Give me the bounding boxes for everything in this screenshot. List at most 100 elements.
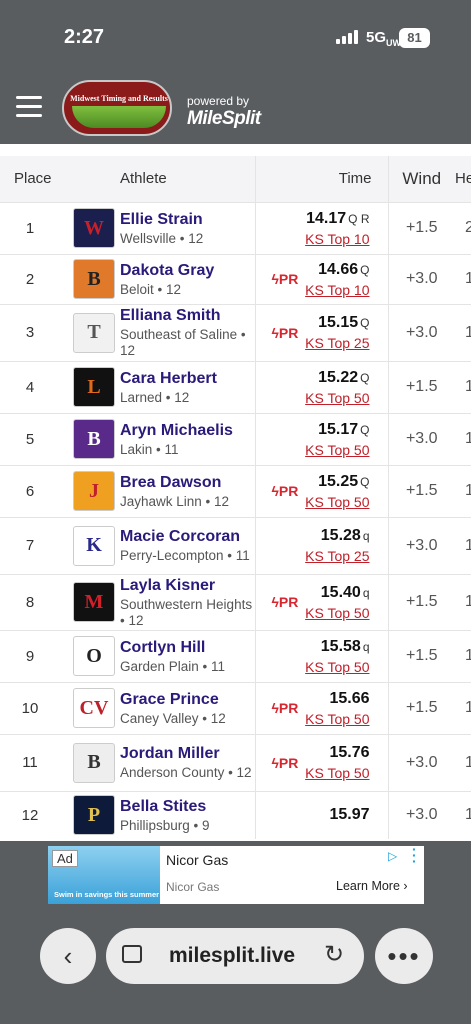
table-row[interactable]: 9 O Cortlyn Hill Garden Plain • 11 15.58… bbox=[0, 629, 471, 682]
athlete-name-link[interactable]: Dakota Gray bbox=[120, 261, 255, 280]
ranking-link[interactable]: KS Top 10 bbox=[256, 231, 369, 247]
heat-cell: 1 bbox=[455, 253, 471, 304]
ranking-link[interactable]: KS Top 50 bbox=[256, 442, 369, 458]
heat-value: 1 bbox=[465, 699, 471, 716]
athlete-name-link[interactable]: Cara Herbert bbox=[120, 369, 255, 388]
athlete-school: Beloit • 12 bbox=[120, 281, 182, 297]
wind-value: +3.0 bbox=[405, 536, 438, 554]
team-logo[interactable]: B bbox=[73, 419, 115, 459]
wind-cell: +1.5 bbox=[388, 629, 455, 682]
athlete-cell: Ellie Strain Wellsville • 12 bbox=[120, 201, 255, 254]
table-row[interactable]: 10 CV Grace Prince Caney Valley • 12 ϟPR… bbox=[0, 681, 471, 734]
pr-badge: ϟPR bbox=[271, 594, 299, 610]
wind-value: +3.0 bbox=[405, 806, 438, 824]
col-place[interactable]: Place bbox=[0, 156, 60, 202]
team-logo[interactable]: K bbox=[73, 525, 115, 566]
heat-cell: 1 bbox=[455, 360, 471, 413]
url-text[interactable]: milesplit.live bbox=[169, 944, 295, 968]
page-menu-icon[interactable] bbox=[122, 945, 142, 963]
ad-banner[interactable]: Swim in savings this summer Ad Nicor Gas… bbox=[48, 842, 424, 904]
logo-cell: J bbox=[60, 464, 120, 517]
wind-value: +1.5 bbox=[405, 593, 438, 610]
ad-sponsor: Nicor Gas bbox=[166, 880, 220, 894]
athlete-name-link[interactable]: Elliana Smith bbox=[120, 306, 255, 325]
team-logo[interactable]: B bbox=[73, 259, 115, 299]
ad-menu-icon[interactable]: · · · bbox=[412, 842, 417, 868]
milesplit-logo[interactable]: MileSplit bbox=[187, 108, 261, 130]
ad-learn-more-button[interactable]: Learn More › bbox=[336, 879, 408, 893]
place-cell: 10 bbox=[0, 681, 60, 734]
midwest-timing-logo[interactable]: Midwest Timing and Results Reliable, Acc… bbox=[62, 80, 172, 136]
reload-icon[interactable]: ↻ bbox=[324, 940, 344, 969]
wind-value: +3.0 bbox=[405, 430, 438, 447]
col-heat[interactable]: He bbox=[455, 156, 471, 202]
logo-cell: CV bbox=[60, 681, 120, 734]
heat-cell: 1 bbox=[455, 516, 471, 574]
time-value: 15.40 bbox=[320, 583, 361, 601]
athlete-name-link[interactable]: Bella Stites bbox=[120, 797, 255, 816]
athlete-cell: Jordan Miller Anderson County • 12 bbox=[120, 733, 255, 791]
table-row[interactable]: 6 J Brea Dawson Jayhawk Linn • 12 ϟPR 15… bbox=[0, 464, 471, 517]
ranking-link[interactable]: KS Top 25 bbox=[256, 548, 369, 564]
team-logo[interactable]: O bbox=[73, 636, 115, 676]
qualifier-mark: Q bbox=[360, 262, 370, 277]
battery-icon: 81 bbox=[399, 28, 430, 48]
athlete-school: Anderson County • 12 bbox=[120, 765, 252, 780]
table-row[interactable]: 4 L Cara Herbert Larned • 12 15.22 Q KS T… bbox=[0, 360, 471, 413]
qualifier-mark: q bbox=[362, 585, 370, 600]
athlete-name-link[interactable]: Layla Kisner bbox=[120, 576, 255, 595]
athlete-name-link[interactable]: Ellie Strain bbox=[120, 210, 255, 229]
col-time[interactable]: Time bbox=[254, 156, 389, 202]
athlete-name-link[interactable]: Macie Corcoran bbox=[120, 527, 255, 546]
team-logo[interactable]: CV bbox=[73, 688, 115, 728]
time-cell: ϟPR 14.66 Q KS Top 10 bbox=[254, 253, 389, 304]
athlete-cell: Elliana Smith Southeast of Saline • 12 bbox=[120, 303, 255, 361]
table-row[interactable]: 7 K Macie Corcoran Perry-Lecompton • 11 … bbox=[0, 516, 471, 574]
table-row[interactable]: 5 B Aryn Michaelis Lakin • 11 15.17 Q KS … bbox=[0, 412, 471, 465]
place-cell: 3 bbox=[0, 303, 60, 361]
col-wind[interactable]: Wind bbox=[388, 156, 455, 202]
athlete-name-link[interactable]: Grace Prince bbox=[120, 690, 255, 709]
table-row[interactable]: 1 W Ellie Strain Wellsville • 12 14.17 Q … bbox=[0, 201, 471, 254]
time-cell: ϟPR 15.40 q KS Top 50 bbox=[254, 573, 389, 630]
ranking-link[interactable]: KS Top 50 bbox=[256, 659, 369, 675]
ad-title[interactable]: Nicor Gas bbox=[166, 852, 228, 868]
ellipsis-icon: ••• bbox=[387, 940, 421, 971]
team-logo[interactable]: W bbox=[73, 208, 115, 248]
athlete-name-link[interactable]: Aryn Michaelis bbox=[120, 421, 255, 440]
ranking-link[interactable]: KS Top 50 bbox=[256, 390, 369, 406]
table-row[interactable]: 8 M Layla Kisner Southwestern Heights • … bbox=[0, 573, 471, 630]
address-bar[interactable]: milesplit.live ↻ bbox=[106, 928, 364, 984]
athlete-name-link[interactable]: Brea Dawson bbox=[120, 473, 255, 492]
adchoices-icon[interactable]: ▷ bbox=[388, 849, 397, 863]
back-button[interactable]: ‹ bbox=[40, 928, 96, 984]
wind-value: +3.0 bbox=[405, 753, 438, 771]
heat-value: 1 bbox=[465, 806, 471, 824]
table-row[interactable]: 11 B Jordan Miller Anderson County • 12 … bbox=[0, 733, 471, 791]
wind-value: +1.5 bbox=[405, 699, 438, 716]
athlete-school: Southwestern Heights • 12 bbox=[120, 596, 253, 628]
menu-icon[interactable] bbox=[16, 96, 42, 118]
team-logo[interactable]: M bbox=[73, 582, 115, 622]
qualifier-mark: Q bbox=[360, 316, 370, 330]
heat-value: 1 bbox=[465, 753, 471, 771]
more-button[interactable]: ••• bbox=[375, 928, 433, 984]
table-row[interactable]: 12 P Bella Stites Phillipsburg • 9 15.97… bbox=[0, 790, 471, 839]
team-logo[interactable]: L bbox=[73, 367, 115, 407]
athlete-cell: Macie Corcoran Perry-Lecompton • 11 bbox=[120, 516, 255, 574]
powered-by-label: powered by bbox=[187, 94, 250, 108]
athlete-school: Lakin • 11 bbox=[120, 441, 179, 457]
team-logo[interactable]: P bbox=[73, 795, 115, 836]
table-row[interactable]: 2 B Dakota Gray Beloit • 12 ϟPR 14.66 Q K… bbox=[0, 253, 471, 304]
time-value: 14.66 bbox=[318, 260, 359, 278]
team-logo[interactable]: T bbox=[73, 312, 115, 353]
wind-cell: +3.0 bbox=[388, 733, 455, 791]
team-logo[interactable]: B bbox=[73, 742, 115, 783]
athlete-name-link[interactable]: Cortlyn Hill bbox=[120, 638, 255, 657]
time-value: 15.25 bbox=[318, 472, 359, 490]
athlete-name-link[interactable]: Jordan Miller bbox=[120, 744, 255, 763]
team-logo[interactable]: J bbox=[73, 471, 115, 511]
table-row[interactable]: 3 T Elliana Smith Southeast of Saline • … bbox=[0, 303, 471, 361]
athlete-school: Wellsville • 12 bbox=[120, 230, 204, 246]
col-athlete[interactable]: Athlete bbox=[120, 156, 255, 202]
